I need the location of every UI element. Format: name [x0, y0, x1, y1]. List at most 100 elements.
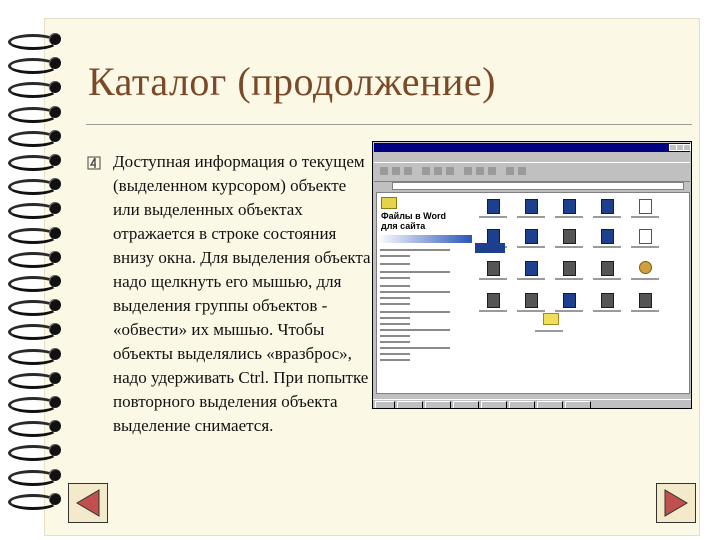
spiral-ring	[6, 127, 64, 147]
title-divider	[86, 124, 692, 125]
file-label-line	[555, 278, 583, 280]
panel-gradient-band	[377, 235, 472, 243]
previous-slide-button[interactable]	[68, 483, 108, 523]
spiral-ring	[6, 199, 64, 220]
taskbar-button	[481, 401, 507, 408]
toolbar-icon	[380, 167, 388, 175]
panel-text-line	[380, 271, 450, 273]
panel-text-line	[380, 255, 410, 257]
panel-heading-line2: для сайта	[381, 221, 426, 231]
file-label-line	[555, 310, 583, 312]
numbered-bullet-icon	[87, 156, 101, 170]
spiral-ring	[6, 296, 64, 317]
taskbar	[373, 399, 691, 408]
document-file-icon	[601, 199, 614, 214]
taskbar-button	[509, 401, 535, 408]
taskbar-button	[425, 401, 451, 408]
file-label-line	[535, 330, 563, 332]
spiral-ring	[6, 151, 64, 171]
spiral-ring	[6, 78, 64, 99]
document-file-icon	[525, 261, 538, 276]
file-label-line	[479, 216, 507, 218]
file-label-line	[593, 216, 621, 218]
panel-text-line	[380, 277, 410, 279]
spiral-ring	[6, 320, 64, 341]
panel-text-line	[380, 317, 410, 319]
address-bar	[374, 181, 690, 190]
document-file-icon	[487, 293, 500, 308]
browser-file-icon	[639, 261, 652, 274]
folder-icon	[381, 197, 397, 209]
file-label-line	[631, 216, 659, 218]
explorer-window-screenshot: Файлы в Word для сайта	[372, 141, 692, 409]
folder-icon	[543, 313, 559, 325]
panel-text-line	[380, 291, 450, 293]
panel-text-line	[380, 329, 450, 331]
document-file-icon	[563, 293, 576, 308]
close-icon	[683, 144, 691, 151]
spiral-ring	[6, 417, 64, 438]
toolbar-icon	[434, 167, 442, 175]
document-file-icon	[525, 199, 538, 214]
toolbar-icon	[476, 167, 484, 175]
panel-text-line	[380, 323, 410, 325]
folder-view: Файлы в Word для сайта	[376, 192, 690, 394]
panel-text-line	[380, 311, 450, 313]
taskbar-button	[453, 401, 479, 408]
toolbar-icon	[404, 167, 412, 175]
file-label-line	[517, 310, 545, 312]
file-label-line	[593, 278, 621, 280]
spiral-ring	[6, 466, 64, 486]
panel-heading: Файлы в Word для сайта	[381, 211, 446, 231]
panel-heading-line1: Файлы в Word	[381, 211, 446, 221]
panel-text-line	[380, 263, 410, 265]
spiral-ring	[6, 345, 64, 365]
file-label-line	[479, 310, 507, 312]
toolbar-icon	[446, 167, 454, 175]
document-file-icon	[601, 261, 614, 276]
panel-text-line	[380, 359, 410, 361]
triangle-left-icon	[76, 489, 100, 517]
document-file-icon	[601, 293, 614, 308]
spiral-ring	[6, 393, 64, 413]
bullet-text: Доступная информация о текущем (выделенн…	[113, 152, 371, 435]
taskbar-button	[565, 401, 591, 408]
window-titlebar	[374, 143, 690, 152]
file-label-line	[517, 246, 545, 248]
panel-text-line	[380, 347, 450, 349]
document-file-icon	[487, 229, 500, 244]
slide: Каталог (продолжение) Доступная информац…	[0, 0, 720, 540]
spiral-ring	[6, 248, 64, 268]
panel-text-line	[380, 303, 410, 305]
panel-text-line	[380, 335, 410, 337]
toolbar-icon	[464, 167, 472, 175]
taskbar-button	[537, 401, 563, 408]
toolbar-icon	[506, 167, 514, 175]
document-file-icon	[639, 199, 652, 214]
file-label-line	[517, 216, 545, 218]
spiral-ring	[6, 175, 64, 196]
spiral-ring	[6, 490, 64, 510]
panel-text-line	[380, 341, 410, 343]
spiral-ring	[6, 441, 64, 462]
spiral-ring	[6, 103, 64, 123]
toolbar-icon	[518, 167, 526, 175]
spiral-ring	[6, 224, 64, 244]
file-label-line	[479, 278, 507, 280]
panel-text-line	[380, 285, 410, 287]
folder-info-panel: Файлы в Word для сайта	[377, 193, 472, 393]
document-file-icon	[563, 261, 576, 276]
document-file-icon	[563, 229, 576, 244]
file-label-line	[555, 246, 583, 248]
spiral-ring	[6, 369, 64, 389]
triangle-right-icon	[664, 489, 688, 517]
file-label-line	[631, 246, 659, 248]
next-slide-button[interactable]	[656, 483, 696, 523]
taskbar-button	[397, 401, 423, 408]
file-label-line	[593, 246, 621, 248]
spiral-ring	[6, 272, 64, 292]
slide-title: Каталог (продолжение)	[88, 59, 496, 104]
document-file-icon	[525, 229, 538, 244]
file-label-line	[517, 278, 545, 280]
document-file-icon	[487, 199, 500, 214]
